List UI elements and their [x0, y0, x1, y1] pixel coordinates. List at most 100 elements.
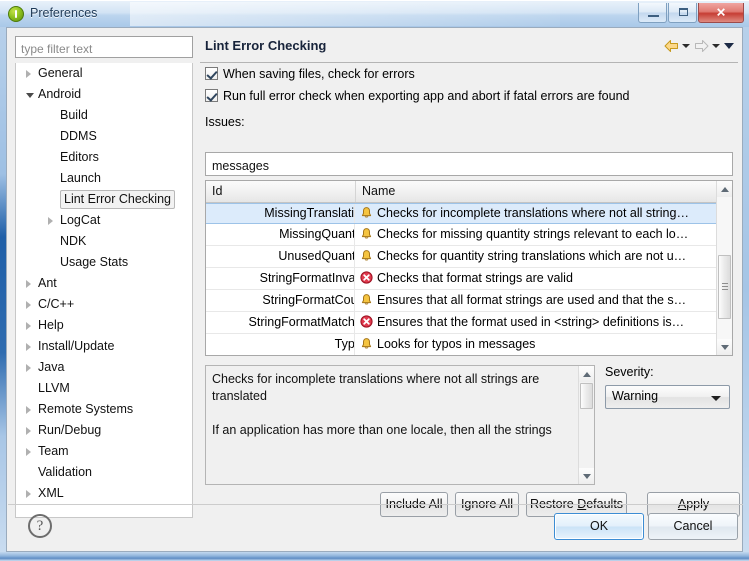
chevron-right-icon[interactable]	[26, 490, 31, 498]
maximize-icon	[679, 8, 688, 16]
sidebar-item-validation[interactable]: Validation	[16, 462, 192, 483]
severity-value: Warning	[612, 389, 659, 403]
sidebar-item-label: LLVM	[38, 381, 70, 395]
checkbox-row-export[interactable]: Run full error check when exporting app …	[205, 85, 738, 107]
sidebar-item-label: General	[38, 66, 83, 80]
desc-scroll-up-button[interactable]	[579, 366, 594, 382]
scroll-down-icon	[721, 345, 729, 350]
table-row[interactable]: MissingTranslation Checks for incomplete …	[206, 203, 732, 224]
sidebar-item-c-c[interactable]: C/C++	[16, 294, 192, 315]
sidebar-item-general[interactable]: General	[16, 63, 192, 84]
sidebar-item-editors[interactable]: Editors	[16, 147, 192, 168]
filter-input[interactable]	[15, 36, 193, 58]
description-scrollbar[interactable]	[578, 366, 594, 484]
sidebar-item-help[interactable]: Help	[16, 315, 192, 336]
maximize-button[interactable]	[668, 3, 697, 23]
table-scroll-thumb[interactable]	[718, 255, 731, 319]
page-header: Lint Error Checking	[200, 32, 738, 63]
table-row[interactable]: MissingQuantity Checks for missing quanti…	[206, 224, 732, 246]
preferences-tree[interactable]: General Android Build DDMS Editors Launch Lint…	[15, 63, 193, 518]
back-arrow-icon[interactable]	[663, 38, 680, 54]
checkbox-save-check[interactable]	[205, 67, 218, 80]
warning-icon	[360, 293, 373, 306]
table-row[interactable]: UnusedQuantity Checks for quantity string…	[206, 246, 732, 268]
sidebar-item-ndk[interactable]: NDK	[16, 231, 192, 252]
chevron-right-icon[interactable]	[26, 70, 31, 78]
table-row[interactable]: StringFormatCount Ensures that all format…	[206, 290, 732, 312]
warning-icon	[360, 206, 373, 219]
sidebar-item-logcat[interactable]: LogCat	[16, 210, 192, 231]
cell-id: StringFormatMatches	[206, 312, 355, 333]
window-controls: ✕	[637, 3, 744, 24]
sidebar-item-build[interactable]: Build	[16, 105, 192, 126]
sidebar-item-ant[interactable]: Ant	[16, 273, 192, 294]
ok-button[interactable]: OK	[554, 513, 644, 540]
chevron-right-icon[interactable]	[26, 406, 31, 414]
chevron-down-icon[interactable]	[26, 93, 34, 98]
cell-id: UnusedQuantity	[206, 246, 355, 267]
sidebar-item-label: DDMS	[60, 129, 97, 143]
sidebar-item-ddms[interactable]: DDMS	[16, 126, 192, 147]
issue-search-input[interactable]	[205, 152, 733, 176]
issue-description: Checks that format strings are valid	[377, 271, 573, 285]
forward-arrow-icon	[693, 38, 710, 54]
sidebar-item-java[interactable]: Java	[16, 357, 192, 378]
table-scrollbar[interactable]	[716, 181, 732, 355]
table-row[interactable]: Typos Looks for typos in messages	[206, 334, 732, 355]
sidebar-item-run-debug[interactable]: Run/Debug	[16, 420, 192, 441]
chevron-right-icon[interactable]	[26, 448, 31, 456]
help-button[interactable]: ?	[28, 514, 52, 538]
chevron-right-icon[interactable]	[26, 301, 31, 309]
issue-id: StringFormatCount	[262, 293, 354, 307]
sidebar-item-xml[interactable]: XML	[16, 483, 192, 504]
sidebar-item-launch[interactable]: Launch	[16, 168, 192, 189]
forward-history-dropdown[interactable]	[710, 37, 723, 55]
sidebar-item-team[interactable]: Team	[16, 441, 192, 462]
chevron-right-icon[interactable]	[26, 364, 31, 372]
scroll-grip-icon	[722, 283, 728, 291]
issues-label: Issues:	[205, 115, 245, 129]
chevron-right-icon[interactable]	[26, 280, 31, 288]
desc-scroll-thumb[interactable]	[580, 383, 593, 409]
issue-id: StringFormatInvalid	[259, 271, 355, 285]
checkbox-row-save[interactable]: When saving files, check for errors	[205, 63, 738, 85]
sidebar-item-android[interactable]: Android	[16, 84, 192, 105]
cancel-button[interactable]: Cancel	[648, 513, 738, 540]
issue-id: MissingQuantity	[279, 227, 354, 241]
window-title: Preferences	[30, 6, 98, 20]
cell-id: StringFormatCount	[206, 290, 355, 311]
sidebar-item-usage-stats[interactable]: Usage Stats	[16, 252, 192, 273]
sidebar-item-lint-error-checking[interactable]: Lint Error Checking	[16, 189, 192, 210]
table-row[interactable]: StringFormatMatches Ensures that the form…	[206, 312, 732, 334]
sidebar-item-llvm[interactable]: LLVM	[16, 378, 192, 399]
issue-description: Looks for typos in messages	[377, 337, 536, 351]
view-menu-icon[interactable]	[723, 37, 736, 55]
sidebar-item-remote-systems[interactable]: Remote Systems	[16, 399, 192, 420]
issue-description: Checks for quantity string translations …	[377, 249, 687, 263]
scroll-down-button[interactable]	[717, 339, 732, 355]
desc-scroll-up-icon	[583, 372, 591, 377]
column-header-id[interactable]: Id	[206, 181, 356, 202]
minimize-button[interactable]	[638, 3, 667, 23]
chevron-right-icon[interactable]	[26, 427, 31, 435]
sidebar-item-label: LogCat	[60, 213, 101, 227]
issue-id: Typos	[334, 337, 355, 351]
table-row[interactable]: StringFormatInvalid Checks that format st…	[206, 268, 732, 290]
checkbox-export-check[interactable]	[205, 89, 218, 102]
cell-name: Looks for typos in messages	[356, 334, 718, 355]
issues-table[interactable]: Id Name MissingTranslation Checks for inc…	[205, 180, 733, 356]
severity-select[interactable]: Warning	[605, 385, 730, 409]
chevron-right-icon[interactable]	[48, 217, 53, 225]
sidebar-item-install-update[interactable]: Install/Update	[16, 336, 192, 357]
cell-name: Checks that format strings are valid	[356, 268, 718, 289]
chevron-right-icon[interactable]	[26, 322, 31, 330]
chevron-right-icon[interactable]	[26, 343, 31, 351]
cell-name: Checks for missing quantity strings rele…	[356, 224, 718, 245]
scroll-up-button[interactable]	[717, 181, 732, 197]
column-header-name[interactable]: Name	[356, 181, 718, 202]
sidebar-item-label: Help	[38, 318, 64, 332]
close-button[interactable]: ✕	[698, 3, 744, 23]
desc-scroll-down-button[interactable]	[579, 468, 594, 484]
back-history-dropdown[interactable]	[680, 37, 693, 55]
table-body: MissingTranslation Checks for incomplete …	[206, 203, 732, 355]
